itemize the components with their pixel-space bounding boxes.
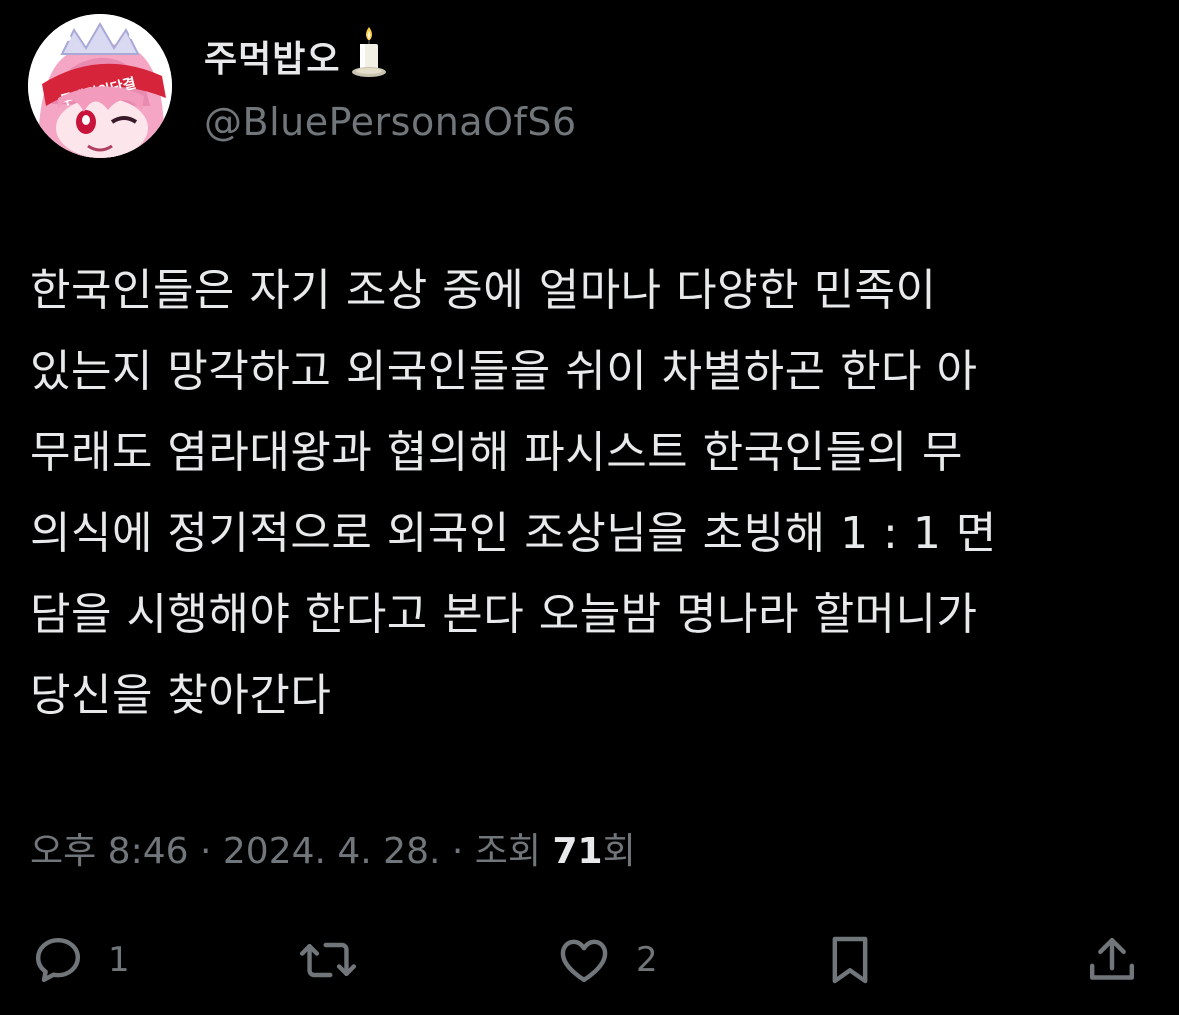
views-suffix: 회 xyxy=(602,831,636,872)
repost-icon xyxy=(299,942,357,978)
reply-icon xyxy=(35,937,81,983)
tweet-text-line: 무래도 염라대왕과 협의해 파시스트 한국인들의 무 xyxy=(30,427,964,478)
reply-button[interactable]: 1 xyxy=(30,930,130,990)
share-button[interactable] xyxy=(1084,930,1140,990)
tweet-time[interactable]: 오후 8:46 xyxy=(30,831,189,872)
like-button[interactable]: 2 xyxy=(554,930,658,990)
tweet-date[interactable]: 2024. 4. 28. xyxy=(223,831,441,872)
tweet-meta: 오후 8:46 · 2024. 4. 28. · 조회 71회 xyxy=(30,822,636,874)
bookmark-icon xyxy=(832,936,868,984)
tweet-text-line: 의식에 정기적으로 외국인 조상님을 초빙해 1 : 1 면 xyxy=(30,508,997,559)
views-count: 71 xyxy=(552,831,603,872)
views-label: 조회 xyxy=(474,831,542,872)
tweet-text-line: 담을 시행해야 한다고 본다 오늘밤 명나라 할머니가 xyxy=(30,589,978,640)
author-handle[interactable]: @BluePersonaOfS6 xyxy=(204,100,577,144)
heart-icon xyxy=(560,939,608,983)
display-name[interactable]: 주먹밥오 xyxy=(204,30,340,82)
avatar-image: 투쟁결의단결 xyxy=(28,14,172,158)
meta-separator: · xyxy=(199,831,212,872)
author-name-row[interactable]: 주먹밥오 xyxy=(204,27,388,82)
bookmark-button[interactable] xyxy=(822,930,878,990)
meta-separator: · xyxy=(451,831,464,872)
share-icon xyxy=(1089,937,1135,980)
tweet-container: 투쟁결의단결 주먹밥오 @BluePersonaOfS6 한국인들은 자기 조상… xyxy=(0,0,1179,1015)
tweet-text-line: 당신을 찾아간다 xyxy=(30,670,332,721)
repost-button[interactable] xyxy=(298,930,358,990)
tweet-text: 한국인들은 자기 조상 중에 얼마나 다양한 민족이 있는지 망각하고 외국인들… xyxy=(30,250,1160,736)
avatar[interactable]: 투쟁결의단결 xyxy=(28,14,172,158)
like-count: 2 xyxy=(636,940,658,980)
candle-icon xyxy=(352,27,387,77)
tweet-text-line: 한국인들은 자기 조상 중에 얼마나 다양한 민족이 xyxy=(30,265,937,316)
tweet-text-line: 있는지 망각하고 외국인들을 쉬이 차별하곤 한다 아 xyxy=(30,346,978,397)
reply-count: 1 xyxy=(108,940,130,980)
